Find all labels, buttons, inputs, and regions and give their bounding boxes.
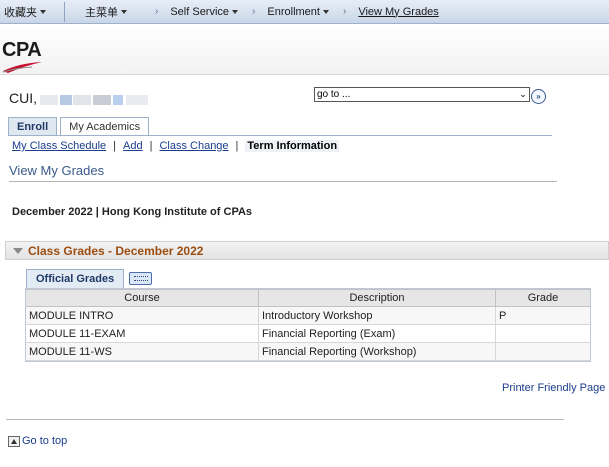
- table-row: MODULE 11-EXAM Financial Reporting (Exam…: [25, 324, 591, 343]
- top-nav-bar: 收藏夹 主菜单 › Self Service › Enrollment › Vi…: [0, 0, 609, 24]
- chevron-down-icon: [232, 9, 239, 14]
- go-to-top-label: Go to top: [22, 435, 68, 447]
- tab-enroll[interactable]: Enroll: [8, 117, 58, 136]
- my-class-schedule-link[interactable]: My Class Schedule: [12, 140, 106, 152]
- go-to-top-link[interactable]: Go to top: [8, 435, 67, 447]
- term-information-link[interactable]: Term Information: [245, 140, 340, 152]
- user-name-prefix: CUI,: [9, 90, 37, 106]
- class-change-link[interactable]: Class Change: [159, 140, 228, 152]
- column-header-course: Course: [25, 289, 259, 307]
- description-cell: Financial Reporting (Exam): [258, 324, 496, 343]
- link-separator: |: [235, 140, 239, 152]
- chevron-down-icon: [40, 9, 46, 14]
- official-grades-tab[interactable]: Official Grades: [26, 269, 125, 288]
- redacted-name-block: [126, 95, 148, 105]
- breadcrumb-chevron-icon: ›: [252, 6, 256, 17]
- grade-cell: [495, 342, 591, 361]
- sub-navigation: My Class Schedule | Add | Class Change |…: [12, 140, 340, 152]
- cpa-logo: CPA: [2, 39, 42, 73]
- grade-cell: [495, 324, 591, 343]
- arrow-up-icon: [8, 436, 20, 447]
- goto-select[interactable]: go to ... ⌄: [314, 87, 530, 102]
- table-row: MODULE INTRO Introductory Workshop P: [25, 306, 591, 325]
- column-header-description: Description: [258, 289, 496, 307]
- redacted-name-block: [73, 95, 91, 105]
- redacted-name-block: [60, 95, 72, 105]
- favorites-menu[interactable]: 收藏夹: [0, 4, 50, 20]
- tab-bar: Enroll My Academics: [8, 117, 152, 136]
- tab-my-academics[interactable]: My Academics: [60, 117, 150, 136]
- logo-swoosh-icon: [2, 62, 42, 73]
- nav-divider: [64, 1, 65, 22]
- chevron-down-icon: [121, 9, 127, 14]
- course-cell: MODULE INTRO: [25, 306, 259, 325]
- logo-text: CPA: [2, 39, 42, 61]
- goto-select-value: go to ...: [317, 89, 351, 100]
- self-service-menu[interactable]: Self Service: [166, 6, 242, 18]
- term-label: December 2022 | Hong Kong Institute of C…: [12, 206, 253, 218]
- page-header: CPA: [0, 25, 609, 75]
- breadcrumb-chevron-icon: ›: [342, 6, 347, 17]
- tab-underline: [8, 135, 552, 136]
- link-separator: |: [113, 140, 117, 152]
- table-row: MODULE 11-WS Financial Reporting (Worksh…: [25, 342, 591, 361]
- user-name: CUI,: [9, 90, 37, 106]
- chevron-down-icon: [322, 9, 329, 14]
- enrollment-label: Enrollment: [267, 5, 320, 18]
- main-menu[interactable]: 主菜单: [81, 4, 131, 20]
- class-grades-title: Class Grades - December 2022: [28, 243, 204, 258]
- title-divider: [9, 181, 557, 182]
- redacted-name-block: [40, 95, 58, 105]
- description-cell: Financial Reporting (Workshop): [258, 342, 496, 361]
- main-menu-label: 主菜单: [85, 6, 118, 19]
- grade-cell: P: [495, 306, 591, 325]
- go-button-icon[interactable]: »: [531, 89, 546, 104]
- page-title: View My Grades: [9, 163, 105, 178]
- column-header-grade: Grade: [495, 289, 591, 307]
- breadcrumb-chevron-icon: ›: [155, 6, 159, 17]
- chevron-down-icon: ⌄: [519, 89, 527, 99]
- course-cell: MODULE 11-WS: [25, 342, 259, 361]
- collapse-triangle-icon[interactable]: [13, 247, 23, 254]
- enrollment-menu[interactable]: Enrollment: [263, 6, 333, 18]
- breadcrumb-current-page[interactable]: View My Grades: [354, 6, 443, 18]
- grades-table-header: Course Description Grade: [25, 289, 591, 307]
- self-service-label: Self Service: [170, 5, 230, 18]
- footer-divider: [6, 419, 564, 420]
- redacted-name-block: [113, 95, 123, 105]
- class-grades-section-header[interactable]: Class Grades - December 2022: [5, 241, 609, 260]
- link-separator: |: [149, 140, 153, 152]
- description-cell: Introductory Workshop: [258, 306, 496, 325]
- printer-friendly-link[interactable]: Printer Friendly Page: [502, 382, 605, 394]
- course-cell: MODULE 11-EXAM: [25, 324, 259, 343]
- redacted-name-block: [93, 95, 111, 105]
- grades-table: Course Description Grade MODULE INTRO In…: [25, 289, 591, 361]
- add-link[interactable]: Add: [123, 140, 143, 152]
- show-all-columns-icon[interactable]: [129, 272, 152, 285]
- favorites-label: 收藏夹: [4, 6, 37, 19]
